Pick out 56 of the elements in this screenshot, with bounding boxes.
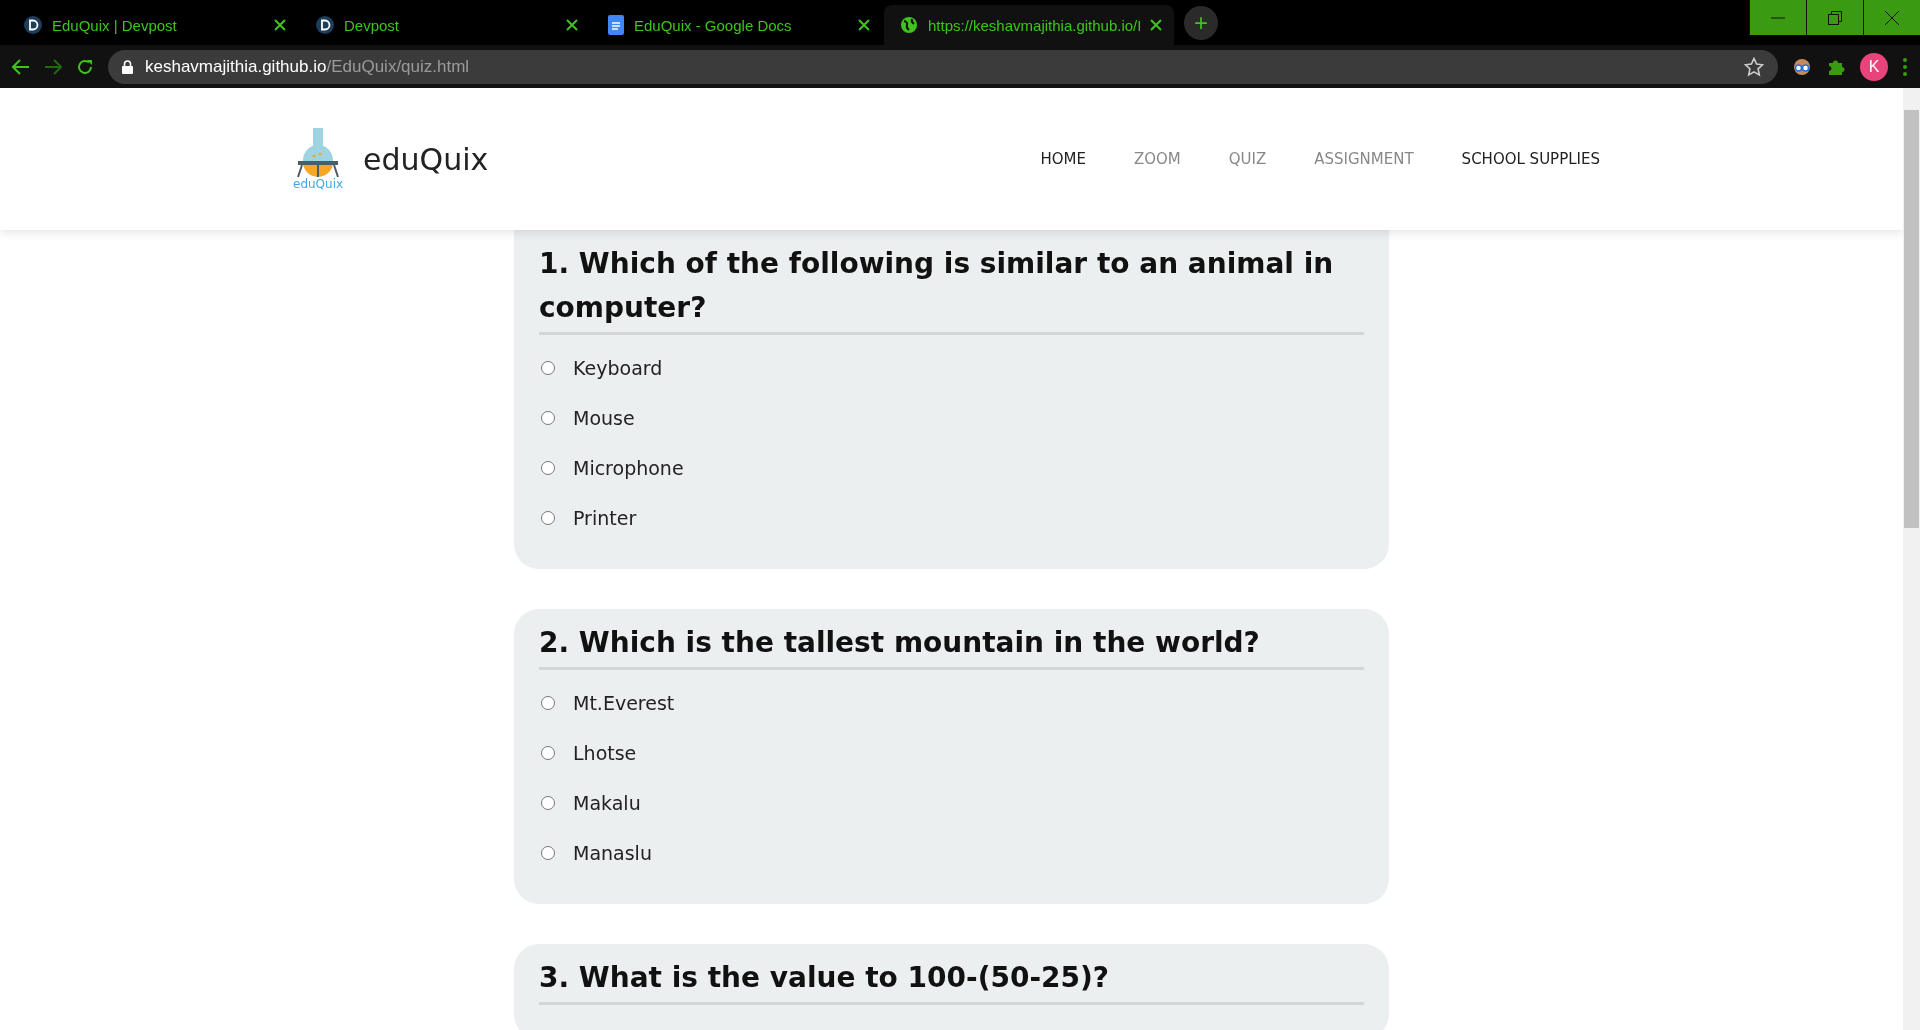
option-label[interactable]: Mouse xyxy=(573,407,635,429)
radio-button[interactable] xyxy=(541,796,555,810)
logo-text: eduQuix xyxy=(293,178,344,190)
browser-tab[interactable]: https://keshavmajithia.github.io/I xyxy=(884,5,1174,45)
lock-icon xyxy=(122,59,133,74)
reload-icon[interactable] xyxy=(76,57,94,76)
option-label[interactable]: Microphone xyxy=(573,457,684,479)
scrollbar[interactable] xyxy=(1903,88,1920,1030)
radio-button[interactable] xyxy=(541,511,555,525)
question-text: 1. Which of the following is similar to an animal in computer? xyxy=(539,242,1364,335)
nav-link[interactable]: ASSIGNMENT xyxy=(1314,150,1414,168)
minimize-icon xyxy=(1771,16,1785,19)
nav-link[interactable]: QUIZ xyxy=(1228,150,1267,168)
option-label[interactable]: Printer xyxy=(573,507,637,529)
radio-button[interactable] xyxy=(541,746,555,760)
browser-tab[interactable]: EduQuix - Google Docs xyxy=(592,5,882,45)
radio-button[interactable] xyxy=(541,411,555,425)
radio-button[interactable] xyxy=(541,846,555,860)
document-icon xyxy=(608,15,624,35)
question-text: 3. What is the value to 100-(50-25)? xyxy=(539,956,1364,1005)
nav-link[interactable]: HOME xyxy=(1040,150,1086,168)
option-label[interactable]: Mt.Everest xyxy=(573,692,675,714)
address-bar[interactable]: keshavmajithia.github.io/EduQuix/quiz.html xyxy=(108,49,1778,84)
globe-icon xyxy=(900,16,918,34)
restore-icon xyxy=(1828,10,1842,25)
option-label[interactable]: Makalu xyxy=(573,792,641,814)
browser-tab[interactable]: Devpost xyxy=(300,5,590,45)
radio-button[interactable] xyxy=(541,461,555,475)
forward-icon[interactable] xyxy=(44,58,62,75)
option-label[interactable]: Lhotse xyxy=(573,742,637,764)
close-icon[interactable] xyxy=(858,19,870,31)
extension-icon[interactable] xyxy=(1792,56,1812,77)
minimize-button[interactable] xyxy=(1749,0,1806,35)
menu-icon[interactable] xyxy=(1902,56,1908,77)
browser-tab[interactable]: EduQuix | Devpost xyxy=(8,5,298,45)
letter-d-icon xyxy=(316,16,334,34)
close-button[interactable] xyxy=(1863,0,1920,35)
profile-avatar[interactable]: K xyxy=(1860,52,1888,81)
star-icon[interactable] xyxy=(1744,56,1764,77)
radio-button[interactable] xyxy=(541,696,555,710)
close-icon[interactable] xyxy=(1150,19,1162,31)
close-icon xyxy=(1885,10,1899,25)
option-label[interactable]: Manaslu xyxy=(573,842,652,864)
option-label[interactable]: Keyboard xyxy=(573,357,663,379)
close-icon[interactable] xyxy=(274,19,286,31)
nav-link[interactable]: SCHOOL SUPPLIES xyxy=(1461,150,1600,168)
restore-button[interactable] xyxy=(1806,0,1863,35)
letter-d-icon xyxy=(24,16,42,34)
radio-button[interactable] xyxy=(541,361,555,375)
question-text: 2. Which is the tallest mountain in the world? xyxy=(539,621,1364,670)
nav-link[interactable]: ZOOM xyxy=(1133,150,1181,168)
site-title: eduQuix xyxy=(363,141,489,177)
close-icon[interactable] xyxy=(566,19,578,31)
new-tab-button[interactable]: + xyxy=(1184,5,1218,40)
back-icon[interactable] xyxy=(12,58,30,75)
scrollbar-thumb[interactable] xyxy=(1904,110,1919,528)
